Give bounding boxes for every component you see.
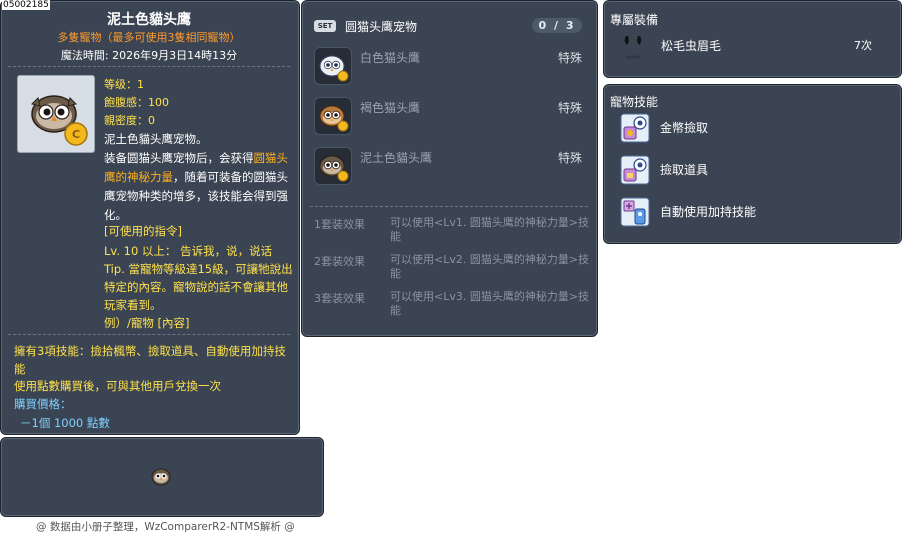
item-id-label: 05002185 bbox=[2, 0, 50, 10]
set-item-icon-brown-owl bbox=[314, 97, 352, 135]
stat-intimacy: 親密度：0 bbox=[104, 114, 155, 127]
set-badge: SET bbox=[314, 20, 336, 32]
set-effect-text: 可以使用<Lv1. 圆猫头鹰的神秘力量>技能 bbox=[390, 216, 590, 243]
pet-skill-name: 金幣撿取 bbox=[660, 121, 709, 135]
set-count-badge: 0 / 3 bbox=[532, 18, 582, 33]
set-effect-label: 1套装效果 bbox=[314, 218, 365, 231]
set-item-name: 白色猫头鹰 bbox=[360, 51, 421, 65]
exclusive-item-count: 7次 bbox=[854, 39, 872, 52]
item-title: 泥土色貓头鹰 bbox=[107, 12, 191, 28]
pet-skills-title: 寵物技能 bbox=[610, 95, 659, 109]
stat-fullness: 飽腹感：100 bbox=[104, 96, 169, 109]
command-line-3: 例）/寵物 [內容] bbox=[104, 316, 190, 330]
desc-line-1: 泥土色貓头鹰宠物。 bbox=[104, 132, 208, 146]
set-effect-label: 2套装效果 bbox=[314, 255, 365, 268]
set-item-type: 特殊 bbox=[558, 51, 583, 65]
set-effect-text: 可以使用<Lv2. 圆猫头鹰的神秘力量>技能 bbox=[390, 253, 590, 280]
svg-text:C: C bbox=[72, 128, 80, 141]
owl-pet-icon: C bbox=[31, 95, 88, 146]
owl-preview-icon bbox=[151, 468, 171, 486]
divider bbox=[310, 206, 588, 207]
skills-summary: 擁有3項技能：撿拾楓幣、撿取道具、自動使用加持技能 bbox=[14, 344, 286, 376]
resale-note: 使用點數購買後，可與其他用戶兌換一次 bbox=[14, 379, 221, 393]
item-description: 泥土色貓头鹰宠物。 装备圆猫头鹰宠物后，会获得圆猫头鹰的神秘力量，随着可装备的圆… bbox=[104, 130, 290, 225]
price-label: 購買價格： bbox=[14, 397, 72, 411]
item-pickup-icon bbox=[620, 155, 650, 185]
coin-pickup-icon bbox=[620, 113, 650, 143]
item-subtitle: 多隻寵物（最多可使用3隻相同寵物） bbox=[57, 31, 241, 44]
set-effect-label: 3套装效果 bbox=[314, 292, 365, 305]
pet-skill-name: 自動使用加持技能 bbox=[660, 205, 757, 219]
desc-line-2: 装备圆猫头鹰宠物后，会获得圆猫头鹰的神秘力量，随着可装备的圆猫头鹰宠物种类的增多… bbox=[104, 149, 290, 225]
command-line-1: Lv. 10 以上： 告诉我，说，说话 bbox=[104, 244, 273, 258]
footer-credit: @ 数据由小册子整理，WzComparerR2-NTMS解析 @ bbox=[36, 521, 295, 533]
set-item-name: 褐色猫头鹰 bbox=[360, 101, 421, 115]
eyebrow-item-icon bbox=[624, 36, 642, 59]
set-item-icon-mud-owl bbox=[314, 147, 352, 185]
command-line-2: Tip. 當寵物等級達15級，可讓牠說出特定的內容。寵物說的話不會讓其他玩家看到… bbox=[104, 262, 293, 312]
commands-header: [可使用的指令] bbox=[104, 224, 182, 238]
set-item-name: 泥土色貓头鹰 bbox=[360, 151, 433, 165]
set-item-type: 特殊 bbox=[558, 151, 583, 165]
brown-owl-icon bbox=[319, 105, 349, 132]
auto-buff-icon bbox=[620, 197, 650, 227]
stat-level: 等级：1 bbox=[104, 78, 144, 91]
exclusive-item-name: 松毛虫眉毛 bbox=[661, 39, 722, 53]
pet-skill-name: 撿取道具 bbox=[660, 163, 709, 177]
set-title: 圆猫头鹰宠物 bbox=[345, 20, 418, 34]
pet-icon-frame: C bbox=[17, 75, 95, 153]
exclusive-equip-title: 專屬裝備 bbox=[610, 13, 659, 27]
desc-line-2-start: 装备圆猫头鹰宠物后，会获得 bbox=[104, 151, 254, 165]
divider bbox=[8, 66, 290, 67]
set-item-type: 特殊 bbox=[558, 101, 583, 115]
price-value: －1個 1000 點數 bbox=[20, 416, 110, 430]
set-item-icon-white-owl bbox=[314, 47, 352, 85]
set-effect-text: 可以使用<Lv3. 圆猫头鹰的神秘力量>技能 bbox=[390, 290, 590, 317]
mud-owl-icon bbox=[319, 155, 349, 182]
magic-time: 魔法時間: 2026年9月3日14時13分 bbox=[60, 49, 238, 62]
divider bbox=[8, 334, 290, 335]
white-owl-icon bbox=[319, 55, 349, 82]
